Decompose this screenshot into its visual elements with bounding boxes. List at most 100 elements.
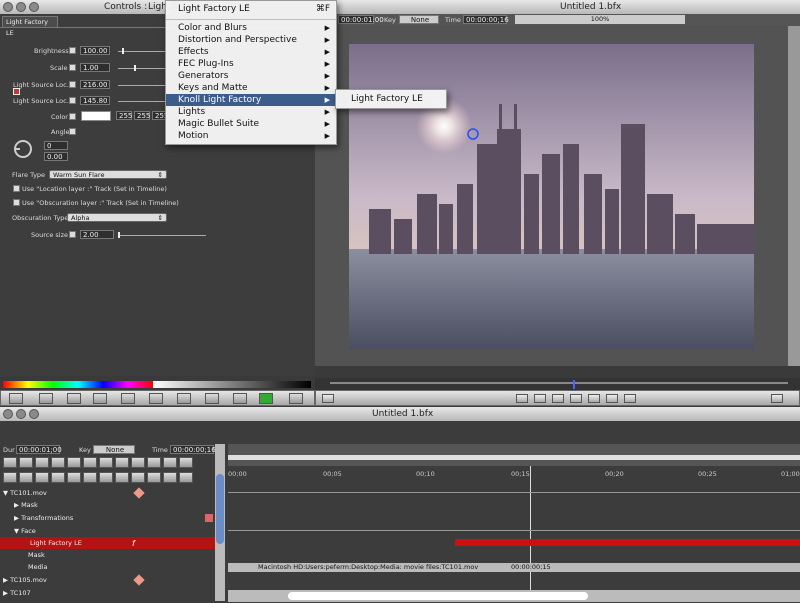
tl-tool-1-icon[interactable] <box>3 457 17 468</box>
tl-tool-6-icon[interactable] <box>83 457 97 468</box>
disclosure-icon[interactable]: ▶ <box>14 501 19 509</box>
tool-2-icon[interactable] <box>39 393 53 404</box>
tl-tool-8-icon[interactable] <box>115 457 129 468</box>
track-scrollbar[interactable] <box>215 444 225 601</box>
tab-light-factory-le[interactable]: Light Factory LE <box>2 16 58 37</box>
source-size-field[interactable]: 2.00 <box>80 230 114 239</box>
color-r-field[interactable]: 255 <box>116 111 132 120</box>
menu-item-effects[interactable]: Effects ▶ <box>166 46 336 58</box>
tool-11-icon[interactable] <box>289 393 303 404</box>
tl-tool-18-icon[interactable] <box>83 472 97 483</box>
crosshair-icon[interactable] <box>13 88 20 95</box>
record-button[interactable] <box>322 394 334 403</box>
tool-10-icon[interactable] <box>259 393 273 404</box>
tl-tool-7-icon[interactable] <box>99 457 113 468</box>
color-b-field[interactable]: 255 <box>152 111 166 120</box>
flare-type-popup[interactable]: Warm Sun Flare ⇕ <box>49 170 167 179</box>
track-mask[interactable]: ▶ Mask <box>14 499 214 511</box>
scale-thumb[interactable] <box>134 65 136 71</box>
viewer-time-field[interactable]: 00:00:00;16 <box>463 15 509 24</box>
menu-item-motion[interactable]: Motion ▶ <box>166 130 336 142</box>
tl-tool-2-icon[interactable] <box>19 457 33 468</box>
viewer-titlebar[interactable]: Untitled 1.bfx <box>335 0 800 14</box>
tl-tool-20-icon[interactable] <box>115 472 129 483</box>
step-forward-button[interactable] <box>606 394 618 403</box>
tl-tool-24-icon[interactable] <box>179 472 193 483</box>
color-checkbox[interactable] <box>69 113 76 120</box>
use-obscuration-checkbox[interactable] <box>13 199 20 206</box>
track-mask-2[interactable]: Mask <box>28 549 208 561</box>
tl-tool-22-icon[interactable] <box>147 472 161 483</box>
minimize-icon[interactable] <box>16 409 26 419</box>
tl-tool-9-icon[interactable] <box>131 457 145 468</box>
face-bar[interactable] <box>228 530 800 531</box>
stop-button[interactable] <box>570 394 582 403</box>
track-light-factory-le[interactable]: Light Factory LE <box>0 537 215 549</box>
track-tc107[interactable]: ▶ TC107 <box>3 587 213 597</box>
tl-time-field[interactable]: 00:00:00;16 <box>170 445 216 454</box>
obscuration-type-popup[interactable]: Alpha ⇕ <box>67 213 167 222</box>
timeline-overview[interactable] <box>228 444 800 466</box>
menu-item-color-blurs[interactable]: Color and Blurs ▶ <box>166 22 336 34</box>
light-source-x-checkbox[interactable] <box>69 81 76 88</box>
tool-6-icon[interactable] <box>149 393 163 404</box>
menu-item-fec[interactable]: FEC Plug-Ins ▶ <box>166 58 336 70</box>
fx-icon[interactable]: f <box>132 539 135 548</box>
go-start-button[interactable] <box>516 394 528 403</box>
track-face[interactable]: ▼ Face <box>14 525 214 537</box>
tl-tool-17-icon[interactable] <box>67 472 81 483</box>
angle-checkbox[interactable] <box>69 128 76 135</box>
tl-tool-21-icon[interactable] <box>131 472 145 483</box>
zoom-icon[interactable] <box>29 409 39 419</box>
light-source-x-field[interactable]: 216.00 <box>80 80 110 89</box>
source-size-thumb[interactable] <box>118 232 120 238</box>
tool-7-icon[interactable] <box>177 393 191 404</box>
menu-item-generators[interactable]: Generators ▶ <box>166 70 336 82</box>
light-source-y-checkbox[interactable] <box>69 97 76 104</box>
timeline-playhead[interactable] <box>530 466 531 591</box>
tool-1-icon[interactable] <box>9 393 23 404</box>
tool-9-icon[interactable] <box>233 393 247 404</box>
tl-tool-16-icon[interactable] <box>51 472 65 483</box>
timeline-hscrollbar[interactable] <box>228 590 800 602</box>
controls-titlebar[interactable]: Controls : Light <box>0 0 170 14</box>
viewer-zoom[interactable]: 100% <box>515 15 685 24</box>
disclosure-icon[interactable]: ▼ <box>3 489 8 497</box>
close-icon[interactable] <box>3 2 13 12</box>
tool-3-icon[interactable] <box>67 393 81 404</box>
tool-5-icon[interactable] <box>121 393 135 404</box>
timeline-hscroll-thumb[interactable] <box>288 592 588 600</box>
timeline-titlebar[interactable]: Untitled 1.bfx <box>0 407 800 421</box>
tc101-bar[interactable] <box>228 492 800 493</box>
source-size-slider[interactable] <box>118 235 206 236</box>
angle-degrees-field[interactable]: 0.00 <box>44 152 68 161</box>
scale-checkbox[interactable] <box>69 64 76 71</box>
tool-4-icon[interactable] <box>93 393 107 404</box>
scrubber-playhead[interactable] <box>573 380 575 389</box>
disclosure-icon[interactable]: ▶ <box>3 576 8 584</box>
angle-revolutions-field[interactable]: 0 <box>44 141 68 150</box>
dur-field[interactable]: 00:00:01;00 <box>16 445 62 454</box>
range-bar[interactable] <box>228 455 800 460</box>
play-button[interactable] <box>588 394 600 403</box>
close-icon[interactable] <box>3 409 13 419</box>
brightness-slider[interactable] <box>118 51 168 52</box>
disclosure-icon[interactable]: ▶ <box>14 514 19 522</box>
viewer-key-field[interactable]: None <box>399 15 439 24</box>
disclosure-icon[interactable]: ▶ <box>3 589 8 597</box>
tl-tool-12-icon[interactable] <box>179 457 193 468</box>
timeline-ruler[interactable]: 00;00 00;05 00;10 00;15 00;20 00;25 01;0… <box>228 468 800 480</box>
menu-item-keys-matte[interactable]: Keys and Matte ▶ <box>166 82 336 94</box>
tl-key-field[interactable]: None <box>93 445 135 454</box>
transform-icon[interactable] <box>205 514 213 522</box>
light-factory-bar[interactable] <box>455 539 800 546</box>
media-bar[interactable]: Macintosh HD:Users:peferm:Desktop:Media:… <box>228 563 800 572</box>
source-size-checkbox[interactable] <box>69 231 76 238</box>
track-scrollbar-thumb[interactable] <box>216 474 224 544</box>
tl-tool-3-icon[interactable] <box>35 457 49 468</box>
menu-item-magic-bullet[interactable]: Magic Bullet Suite ▶ <box>166 118 336 130</box>
menu-title-item[interactable]: Light Factory LE ⌘F <box>166 1 336 17</box>
minimize-icon[interactable] <box>16 2 26 12</box>
light-source-y-slider[interactable] <box>118 101 168 102</box>
tl-tool-5-icon[interactable] <box>67 457 81 468</box>
